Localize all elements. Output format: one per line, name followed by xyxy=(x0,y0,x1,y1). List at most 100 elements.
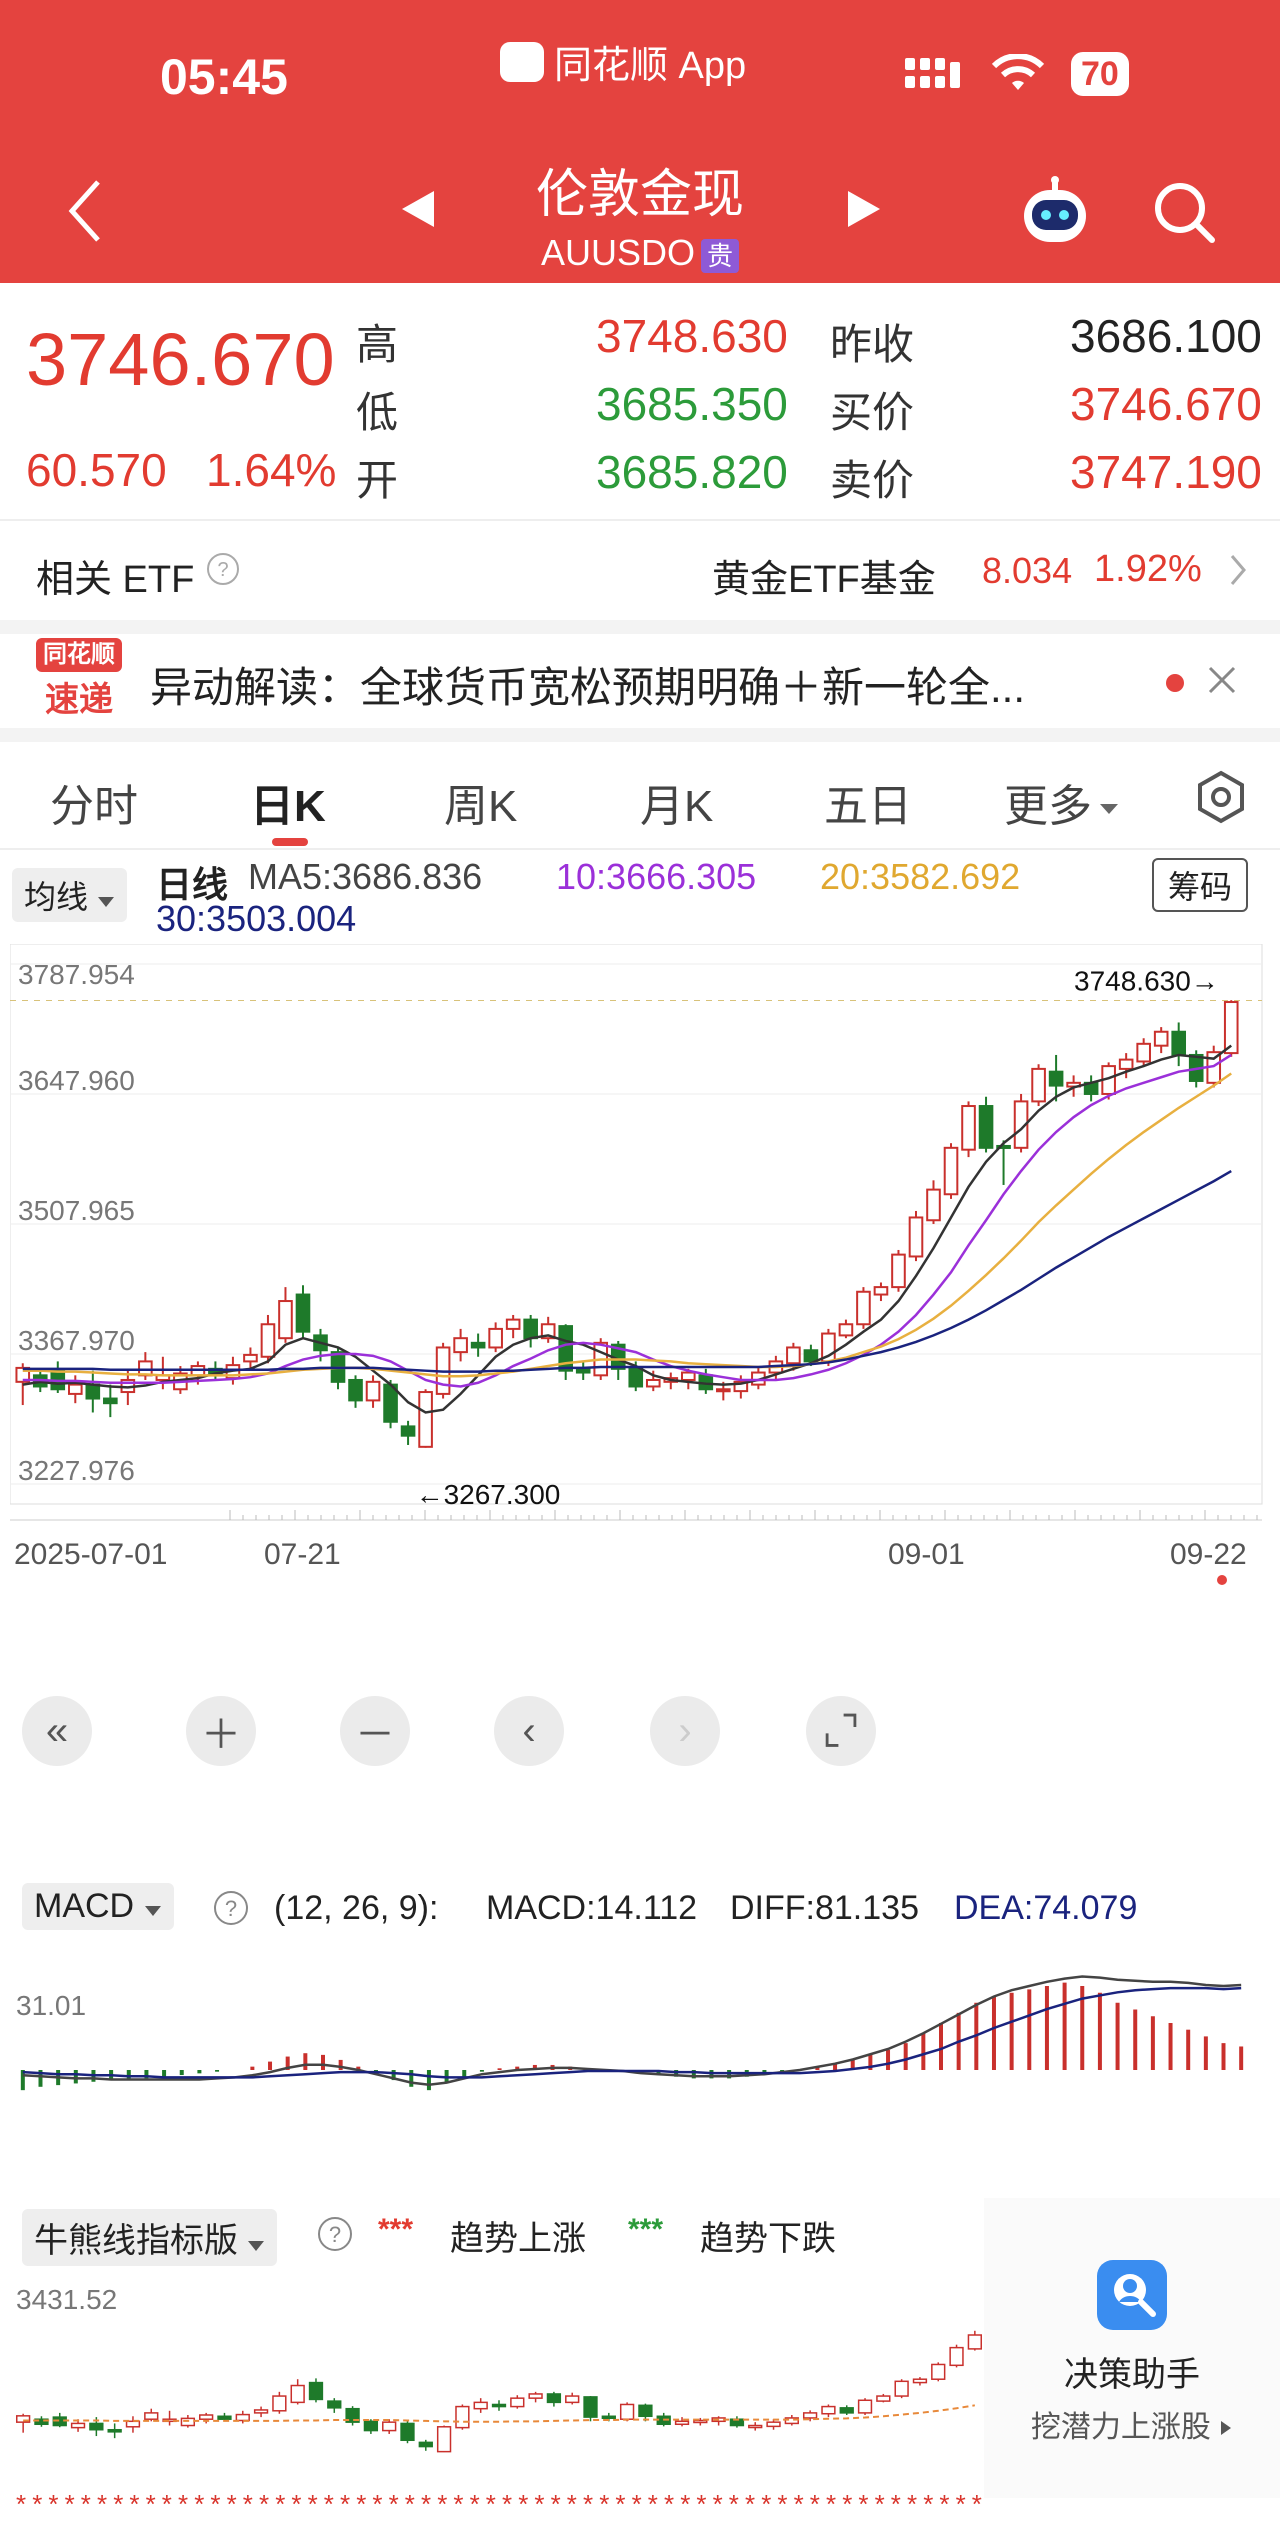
quote-panel: 3746.670 60.570 1.64% 高 低 开 3748.630 368… xyxy=(0,283,1280,521)
zoom-out-button[interactable]: － xyxy=(340,1696,410,1766)
min-price-label: ←3267.300 xyxy=(416,1479,561,1510)
mini-candle xyxy=(473,2398,488,2413)
current-date-dot xyxy=(1217,1575,1227,1585)
double-chevron-left-icon: « xyxy=(45,1708,69,1753)
app-logo-icon xyxy=(500,41,544,82)
candle-body xyxy=(505,1318,521,1330)
dea-line xyxy=(22,1986,1242,2079)
y-tick-label: 3507.965 xyxy=(18,1195,135,1226)
tab-more[interactable]: 更多 xyxy=(1004,770,1120,834)
bull-bear-svg: 3431.52* * * * * * * * * * * * * * * * * * * * * * * * * * * * * * * * *… xyxy=(15,2284,983,2519)
robot-assistant-icon[interactable] xyxy=(1018,176,1092,250)
trend-dot: * xyxy=(16,2489,26,2519)
ma20-value: 20:3582.692 xyxy=(820,856,1021,897)
trend-dot: * xyxy=(939,2489,949,2519)
candle-body xyxy=(295,1293,311,1333)
mini-candle-body xyxy=(821,2405,836,2415)
candle-body xyxy=(260,1323,276,1358)
indicator-selector[interactable]: 均线 xyxy=(12,868,127,922)
help-icon[interactable]: ? xyxy=(206,552,240,586)
period-tabs: 分时 日K 周K 月K 五日 更多 xyxy=(0,742,1280,850)
tab-weekly-k[interactable]: 周K xyxy=(444,770,517,834)
candle-body xyxy=(873,1286,889,1296)
signal-icon xyxy=(905,58,960,88)
svg-text:?: ? xyxy=(225,1896,237,1921)
scroll-start-button[interactable]: « xyxy=(22,1696,92,1766)
category-badge: 贵 xyxy=(701,239,740,273)
decision-assistant-widget[interactable]: 决策助手 挖潜力上涨股 xyxy=(984,2198,1280,2498)
kline-svg[interactable]: 3787.954 3647.960 3507.965 3367.970 3227.976… xyxy=(9,943,1270,1792)
chips-button[interactable]: 筹码 xyxy=(1152,858,1249,912)
candle xyxy=(365,1375,381,1408)
prev-close-label: 昨收 xyxy=(830,321,915,368)
tab-daily-k[interactable]: 日K xyxy=(250,770,326,834)
mini-candle-body xyxy=(70,2422,86,2429)
mini-candle xyxy=(674,2417,690,2427)
bull-bear-selector-label: 牛熊线指标版 xyxy=(34,2222,238,2260)
macd-panel[interactable]: MACD ? (12, 26, 9): MACD:14.112 DIFF:81.… xyxy=(10,1875,1270,2175)
battery-indicator: 70 xyxy=(1071,52,1129,96)
candle-body xyxy=(103,1397,118,1405)
tab-intraday[interactable]: 分时 xyxy=(50,770,138,834)
trend-dot: * xyxy=(356,2489,366,2519)
candle-body xyxy=(1118,1058,1134,1070)
related-etf-row[interactable]: 相关 ETF ? 黄金ETF基金 8.034 1.92% xyxy=(0,520,1280,634)
mini-candle xyxy=(272,2391,287,2414)
app-indicator[interactable]: 同花顺 App xyxy=(500,34,746,89)
mini-candle-body xyxy=(912,2378,928,2384)
mini-candle-body xyxy=(144,2412,159,2420)
candle-body xyxy=(803,1349,819,1363)
mini-candle xyxy=(931,2362,946,2382)
mini-candle-body xyxy=(528,2393,543,2399)
etf-price: 8.034 xyxy=(982,550,1073,591)
close-icon[interactable] xyxy=(1206,664,1238,696)
etf-name: 黄金ETF基金 xyxy=(712,559,936,601)
trend-dot: * xyxy=(81,2489,91,2519)
chevron-left-icon: ‹ xyxy=(522,1708,536,1753)
zoom-in-button[interactable]: ＋ xyxy=(186,1696,256,1766)
trend-down-marker: *** xyxy=(628,2213,664,2246)
macd-selector[interactable]: MACD xyxy=(22,1883,174,1930)
prev-instrument-button[interactable] xyxy=(400,186,436,241)
mini-candle xyxy=(162,2410,177,2426)
next-instrument-button[interactable] xyxy=(846,186,882,241)
candle-body xyxy=(1171,1030,1187,1056)
tab-monthly-k[interactable]: 月K xyxy=(640,770,713,834)
news-headline[interactable]: 异动解读：全球货币宽松预期明确＋新一轮全... xyxy=(150,654,1140,715)
candle xyxy=(505,1314,521,1339)
mini-candle xyxy=(619,2402,635,2422)
search-icon[interactable] xyxy=(1150,178,1220,248)
bull-bear-selector[interactable]: 牛熊线指标版 xyxy=(22,2209,278,2266)
mini-candle xyxy=(912,2377,928,2386)
help-icon[interactable]: ? xyxy=(316,2215,354,2253)
back-button[interactable] xyxy=(64,176,104,262)
fullscreen-button[interactable]: ⌞⌝ xyxy=(806,1696,876,1766)
trend-dot: * xyxy=(210,2489,220,2519)
candle-body xyxy=(453,1337,468,1354)
candle xyxy=(523,1314,538,1348)
mini-candle-body xyxy=(931,2363,946,2380)
candle-body xyxy=(523,1318,538,1340)
tab-five-day[interactable]: 五日 xyxy=(824,770,912,834)
etf-change-pct: 1.92% xyxy=(1094,548,1202,590)
bull-y-tick: 3431.52 xyxy=(16,2284,117,2315)
candle-body xyxy=(348,1378,363,1402)
unread-dot xyxy=(1166,674,1184,692)
mini-candle xyxy=(290,2379,305,2405)
settings-icon[interactable] xyxy=(1194,770,1248,824)
scroll-right-button[interactable]: › xyxy=(650,1696,720,1766)
candle-body xyxy=(1136,1042,1151,1063)
news-flash-row[interactable]: 同花顺 速递 异动解读：全球货币宽松预期明确＋新一轮全... xyxy=(0,634,1280,742)
candle-body xyxy=(838,1323,854,1337)
mini-candle-body xyxy=(235,2413,250,2422)
scroll-left-button[interactable]: ‹ xyxy=(494,1696,564,1766)
logo-top: 同花顺 xyxy=(36,638,122,672)
candle-body xyxy=(891,1253,906,1289)
mini-candle xyxy=(894,2379,909,2399)
status-time: 05:45 xyxy=(160,49,288,105)
kline-chart[interactable]: 3787.954 3647.960 3507.965 3367.970 3227.976… xyxy=(9,943,1270,1792)
help-icon[interactable]: ? xyxy=(212,1889,250,1927)
candle xyxy=(85,1370,101,1413)
candle-body xyxy=(1048,1070,1064,1087)
plus-icon: ＋ xyxy=(201,1713,241,1757)
